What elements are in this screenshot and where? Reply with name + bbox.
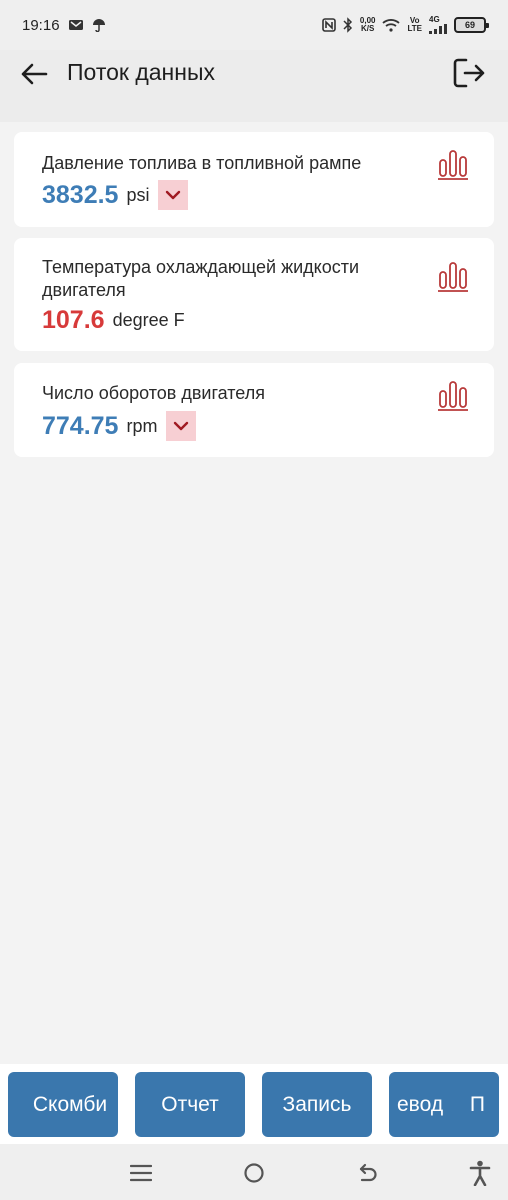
system-nav-bar bbox=[0, 1144, 508, 1200]
bar-chart-icon bbox=[438, 262, 468, 292]
chart-button[interactable] bbox=[438, 377, 468, 411]
recent-apps-button[interactable] bbox=[126, 1158, 156, 1188]
nfc-icon bbox=[322, 18, 336, 32]
net-speed: 0,00 K/S bbox=[360, 17, 376, 33]
card-unit: degree F bbox=[112, 310, 185, 330]
value-row: 3832.5 psi bbox=[42, 180, 189, 210]
value-row: 107.6 degree F bbox=[42, 306, 185, 335]
status-left: 19:16 bbox=[22, 17, 106, 34]
card-value: 107.6 bbox=[42, 306, 105, 334]
status-right: 0,00 K/S Vo LTE 4G 69 bbox=[322, 16, 489, 34]
next-button-label: П bbox=[469, 1092, 485, 1116]
status-bar: 19:16 0,00 K/S Vo LTE 4G 69 bbox=[0, 0, 508, 50]
menu-icon bbox=[130, 1164, 152, 1182]
data-card-coolant-temperature[interactable]: Температура охлаждающей жидкости двигате… bbox=[14, 238, 494, 351]
chart-button[interactable] bbox=[438, 146, 468, 180]
record-button[interactable]: Запись bbox=[262, 1072, 372, 1137]
network-type: 4G bbox=[429, 15, 440, 24]
status-time: 19:16 bbox=[22, 16, 60, 34]
app-header: Поток данных bbox=[0, 50, 508, 122]
card-value: 3832.5 bbox=[42, 180, 119, 209]
bluetooth-icon bbox=[343, 17, 353, 33]
net-speed-unit: K/S bbox=[361, 24, 375, 33]
back-icon bbox=[359, 1163, 377, 1182]
page-title: Поток данных bbox=[67, 59, 215, 85]
translate-button-label: евод bbox=[397, 1092, 444, 1116]
volte-bottom: LTE bbox=[407, 24, 422, 33]
card-unit: rpm bbox=[126, 415, 158, 436]
chart-button[interactable] bbox=[438, 258, 468, 292]
volte-indicator: Vo LTE bbox=[407, 17, 422, 33]
record-button-label: Запись bbox=[282, 1092, 352, 1116]
signal-icon: 4G bbox=[429, 16, 447, 34]
chevron-down-icon bbox=[166, 190, 181, 200]
combine-button[interactable]: Скомби bbox=[8, 1072, 118, 1137]
report-button-label: Отчет bbox=[161, 1092, 219, 1116]
unit-dropdown-button[interactable] bbox=[158, 180, 189, 210]
battery-icon: 69 bbox=[454, 17, 489, 33]
translate-button[interactable]: евод П bbox=[389, 1072, 499, 1137]
back-arrow-icon bbox=[21, 63, 48, 85]
accessibility-button[interactable] bbox=[465, 1158, 495, 1188]
exit-icon bbox=[453, 58, 485, 88]
data-card-engine-rpm[interactable]: Число оборотов двигателя 774.75 rpm bbox=[14, 363, 494, 457]
wifi-icon bbox=[382, 18, 401, 32]
value-row: 774.75 rpm bbox=[42, 411, 197, 441]
combine-button-label: Скомби bbox=[32, 1092, 108, 1116]
chevron-down-icon bbox=[174, 421, 189, 431]
data-card-fuel-pressure[interactable]: Давление топлива в топливной рампе 3832.… bbox=[14, 132, 494, 227]
card-unit: psi bbox=[126, 184, 150, 205]
card-title: Число оборотов двигателя bbox=[42, 383, 265, 403]
back-button[interactable] bbox=[18, 58, 50, 90]
bottom-action-bar[interactable]: Скомби Отчет Запись евод П bbox=[0, 1064, 508, 1144]
home-button[interactable] bbox=[239, 1158, 269, 1188]
card-value: 774.75 bbox=[42, 411, 119, 440]
unit-dropdown-button[interactable] bbox=[166, 411, 197, 441]
card-title: Давление топлива в топливной рампе bbox=[42, 153, 362, 173]
report-button[interactable]: Отчет bbox=[135, 1072, 245, 1137]
card-title: Температура охлаждающей жидкости двигате… bbox=[42, 257, 360, 300]
battery-level: 69 bbox=[464, 20, 475, 30]
accessibility-icon bbox=[469, 1160, 491, 1186]
exit-button[interactable] bbox=[450, 54, 488, 92]
system-back-button[interactable] bbox=[352, 1158, 382, 1188]
home-icon bbox=[244, 1163, 264, 1183]
umbrella-icon bbox=[92, 18, 106, 32]
bar-chart-icon bbox=[438, 381, 468, 411]
bar-chart-icon bbox=[438, 150, 468, 180]
message-icon bbox=[68, 18, 84, 32]
